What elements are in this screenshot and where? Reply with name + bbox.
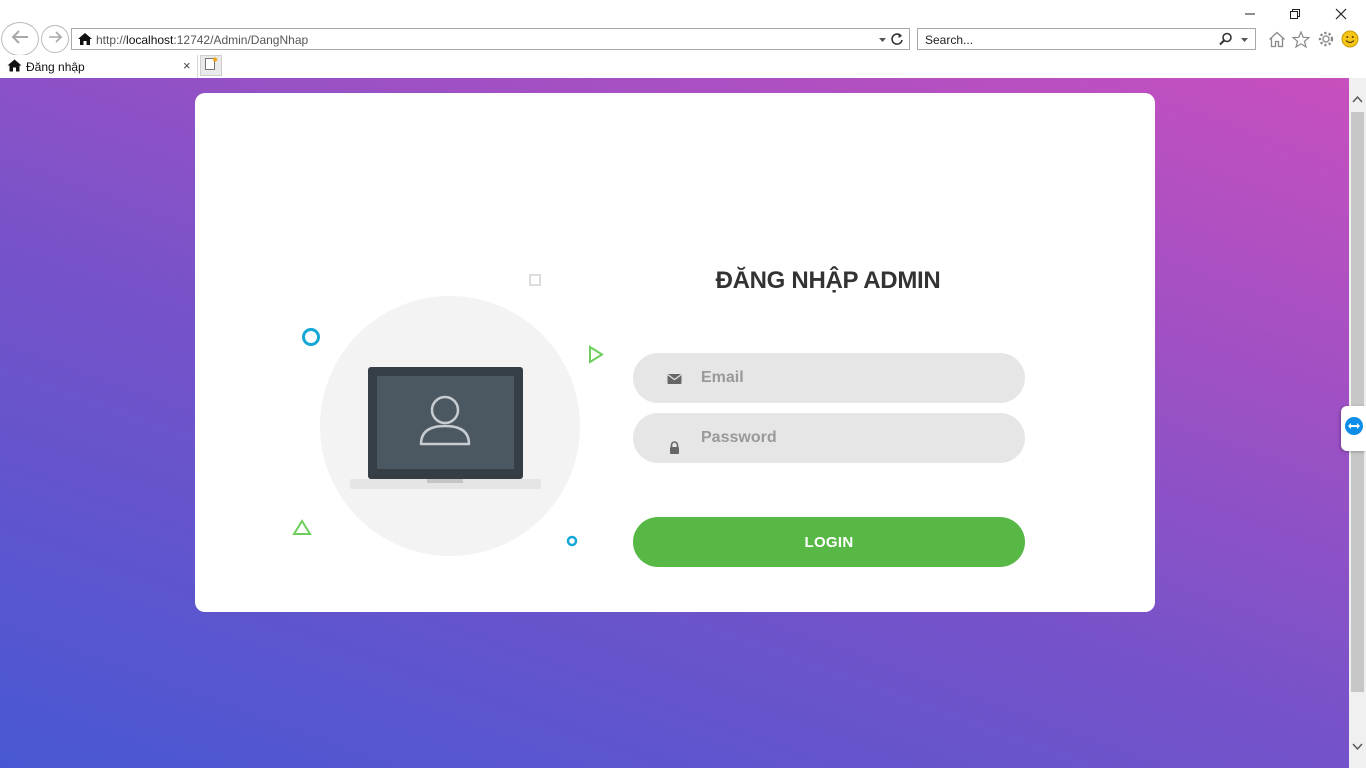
address-bar[interactable]: http://localhost:12742/Admin/DangNhap <box>71 28 910 50</box>
laptop-user-icon <box>350 367 541 489</box>
envelope-icon <box>667 370 682 391</box>
teamviewer-tab[interactable] <box>1341 406 1366 451</box>
home-icon <box>7 59 22 77</box>
deco-play-triangle-icon <box>589 345 604 364</box>
deco-triangle-icon <box>292 519 312 535</box>
address-url[interactable]: http://localhost:12742/Admin/DangNhap <box>96 33 308 47</box>
gear-icon[interactable] <box>1315 28 1337 50</box>
close-window-button[interactable] <box>1328 4 1354 24</box>
star-icon[interactable] <box>1290 28 1312 50</box>
forward-button[interactable] <box>41 25 69 53</box>
scrollbar-thumb[interactable] <box>1351 112 1364 692</box>
login-card: ĐĂNG NHẬP ADMIN LOGIN <box>195 93 1155 612</box>
address-dropdown-icon[interactable] <box>878 33 887 51</box>
login-button[interactable]: LOGIN <box>633 517 1025 567</box>
back-arrow-icon <box>9 28 31 51</box>
deco-ring-icon <box>302 328 320 346</box>
search-dropdown-icon[interactable] <box>1240 33 1249 51</box>
page-viewport: ĐĂNG NHẬP ADMIN LOGIN <box>0 78 1349 768</box>
tab-dang-nhap[interactable]: Đăng nhập × <box>0 55 198 78</box>
smiley-icon[interactable] <box>1339 28 1361 50</box>
password-field[interactable] <box>633 413 1025 463</box>
new-tab-icon <box>204 56 218 75</box>
scroll-down-icon[interactable] <box>1352 738 1363 756</box>
browser-chrome: http://localhost:12742/Admin/DangNhap Se… <box>0 0 1366 78</box>
deco-small-ring-icon <box>566 535 578 547</box>
back-button[interactable] <box>1 22 39 56</box>
refresh-icon[interactable] <box>890 32 904 51</box>
forward-arrow-icon <box>47 30 63 49</box>
new-tab-button[interactable] <box>200 55 222 76</box>
deco-square-icon <box>529 274 541 286</box>
password-input[interactable] <box>701 413 1001 463</box>
email-field[interactable] <box>633 353 1025 403</box>
double-arrow-icon <box>1344 416 1364 441</box>
login-title: ĐĂNG NHẬP ADMIN <box>715 267 941 294</box>
home-icon <box>77 32 93 51</box>
search-placeholder: Search... <box>925 33 974 47</box>
magnifier-icon[interactable] <box>1219 32 1233 51</box>
tab-label: Đăng nhập <box>26 60 85 74</box>
restore-button[interactable] <box>1282 4 1308 24</box>
minimize-button[interactable] <box>1237 4 1263 24</box>
email-input[interactable] <box>701 353 1001 403</box>
lock-icon <box>667 430 682 463</box>
login-illustration <box>290 271 610 571</box>
home-button[interactable] <box>1266 28 1288 50</box>
scroll-up-icon[interactable] <box>1352 90 1363 108</box>
browser-search-box[interactable]: Search... <box>917 28 1256 50</box>
tab-close-button[interactable]: × <box>183 58 191 73</box>
